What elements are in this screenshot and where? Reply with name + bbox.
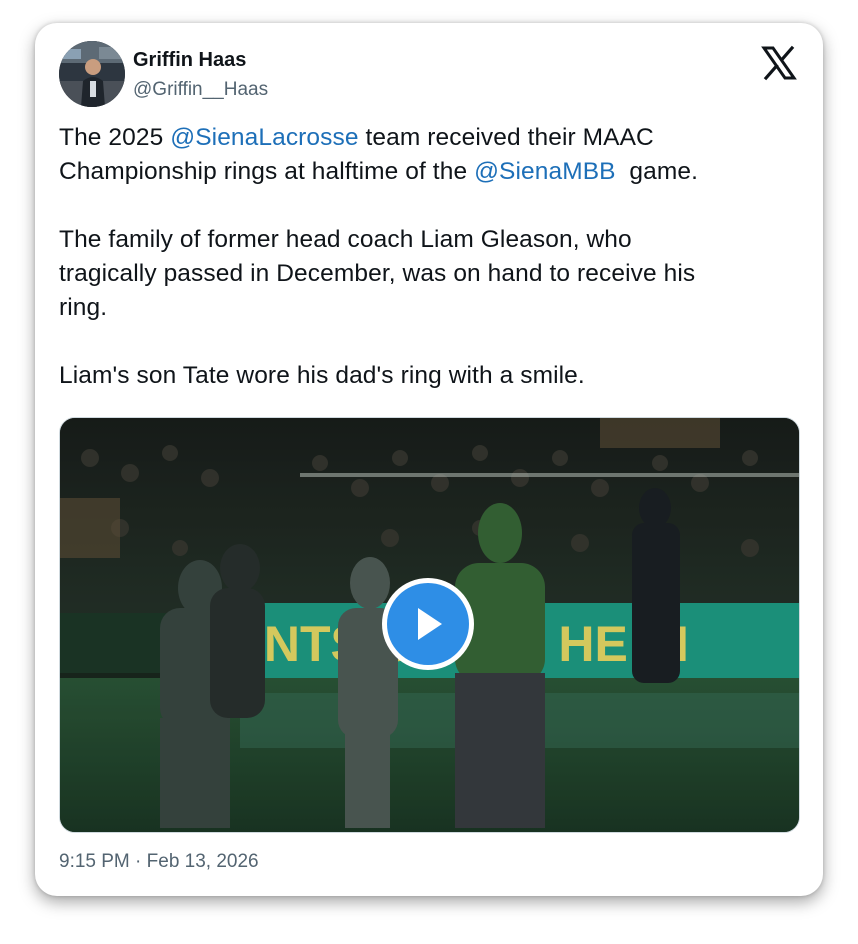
- video-player[interactable]: INTS SIT ON HE SI: [59, 417, 800, 833]
- tweet-header: Griffin Haas @Griffin__Haas: [59, 41, 799, 109]
- mention-siena-lacrosse[interactable]: @SienaLacrosse: [170, 124, 358, 151]
- text-segment: tragically passed in December, was on ha…: [59, 260, 696, 287]
- text-segment: The 2025: [59, 124, 171, 151]
- text-segment: ring.: [59, 294, 108, 321]
- text-segment: The family of former head coach Liam Gle…: [59, 226, 632, 253]
- text-segment: Championship rings at halftime of the: [59, 158, 475, 185]
- text-segment: game.: [615, 158, 699, 185]
- play-button[interactable]: [382, 578, 474, 670]
- tweet-timestamp[interactable]: 9:15 PM · Feb 13, 2026: [59, 851, 259, 873]
- text-segment: team received their MAAC: [358, 124, 654, 151]
- tweet-paragraph-2: The family of former head coach Liam Gle…: [59, 223, 804, 325]
- tweet-card: Griffin Haas @Griffin__Haas The 2025 @Si…: [35, 23, 823, 896]
- author-handle[interactable]: @Griffin__Haas: [133, 79, 268, 101]
- author-name[interactable]: Griffin Haas: [133, 49, 246, 72]
- play-icon: [387, 583, 469, 665]
- x-logo-icon[interactable]: [761, 45, 797, 81]
- tweet-paragraph-1: The 2025 @SienaLacrosse team received th…: [59, 121, 804, 189]
- avatar[interactable]: [59, 41, 125, 107]
- tweet-paragraph-3: Liam's son Tate wore his dad's ring with…: [59, 362, 585, 389]
- tweet-text: The 2025 @SienaLacrosse team received th…: [59, 121, 804, 393]
- avatar-image: [59, 41, 125, 107]
- mention-siena-mbb[interactable]: @SienaMBB: [474, 158, 616, 185]
